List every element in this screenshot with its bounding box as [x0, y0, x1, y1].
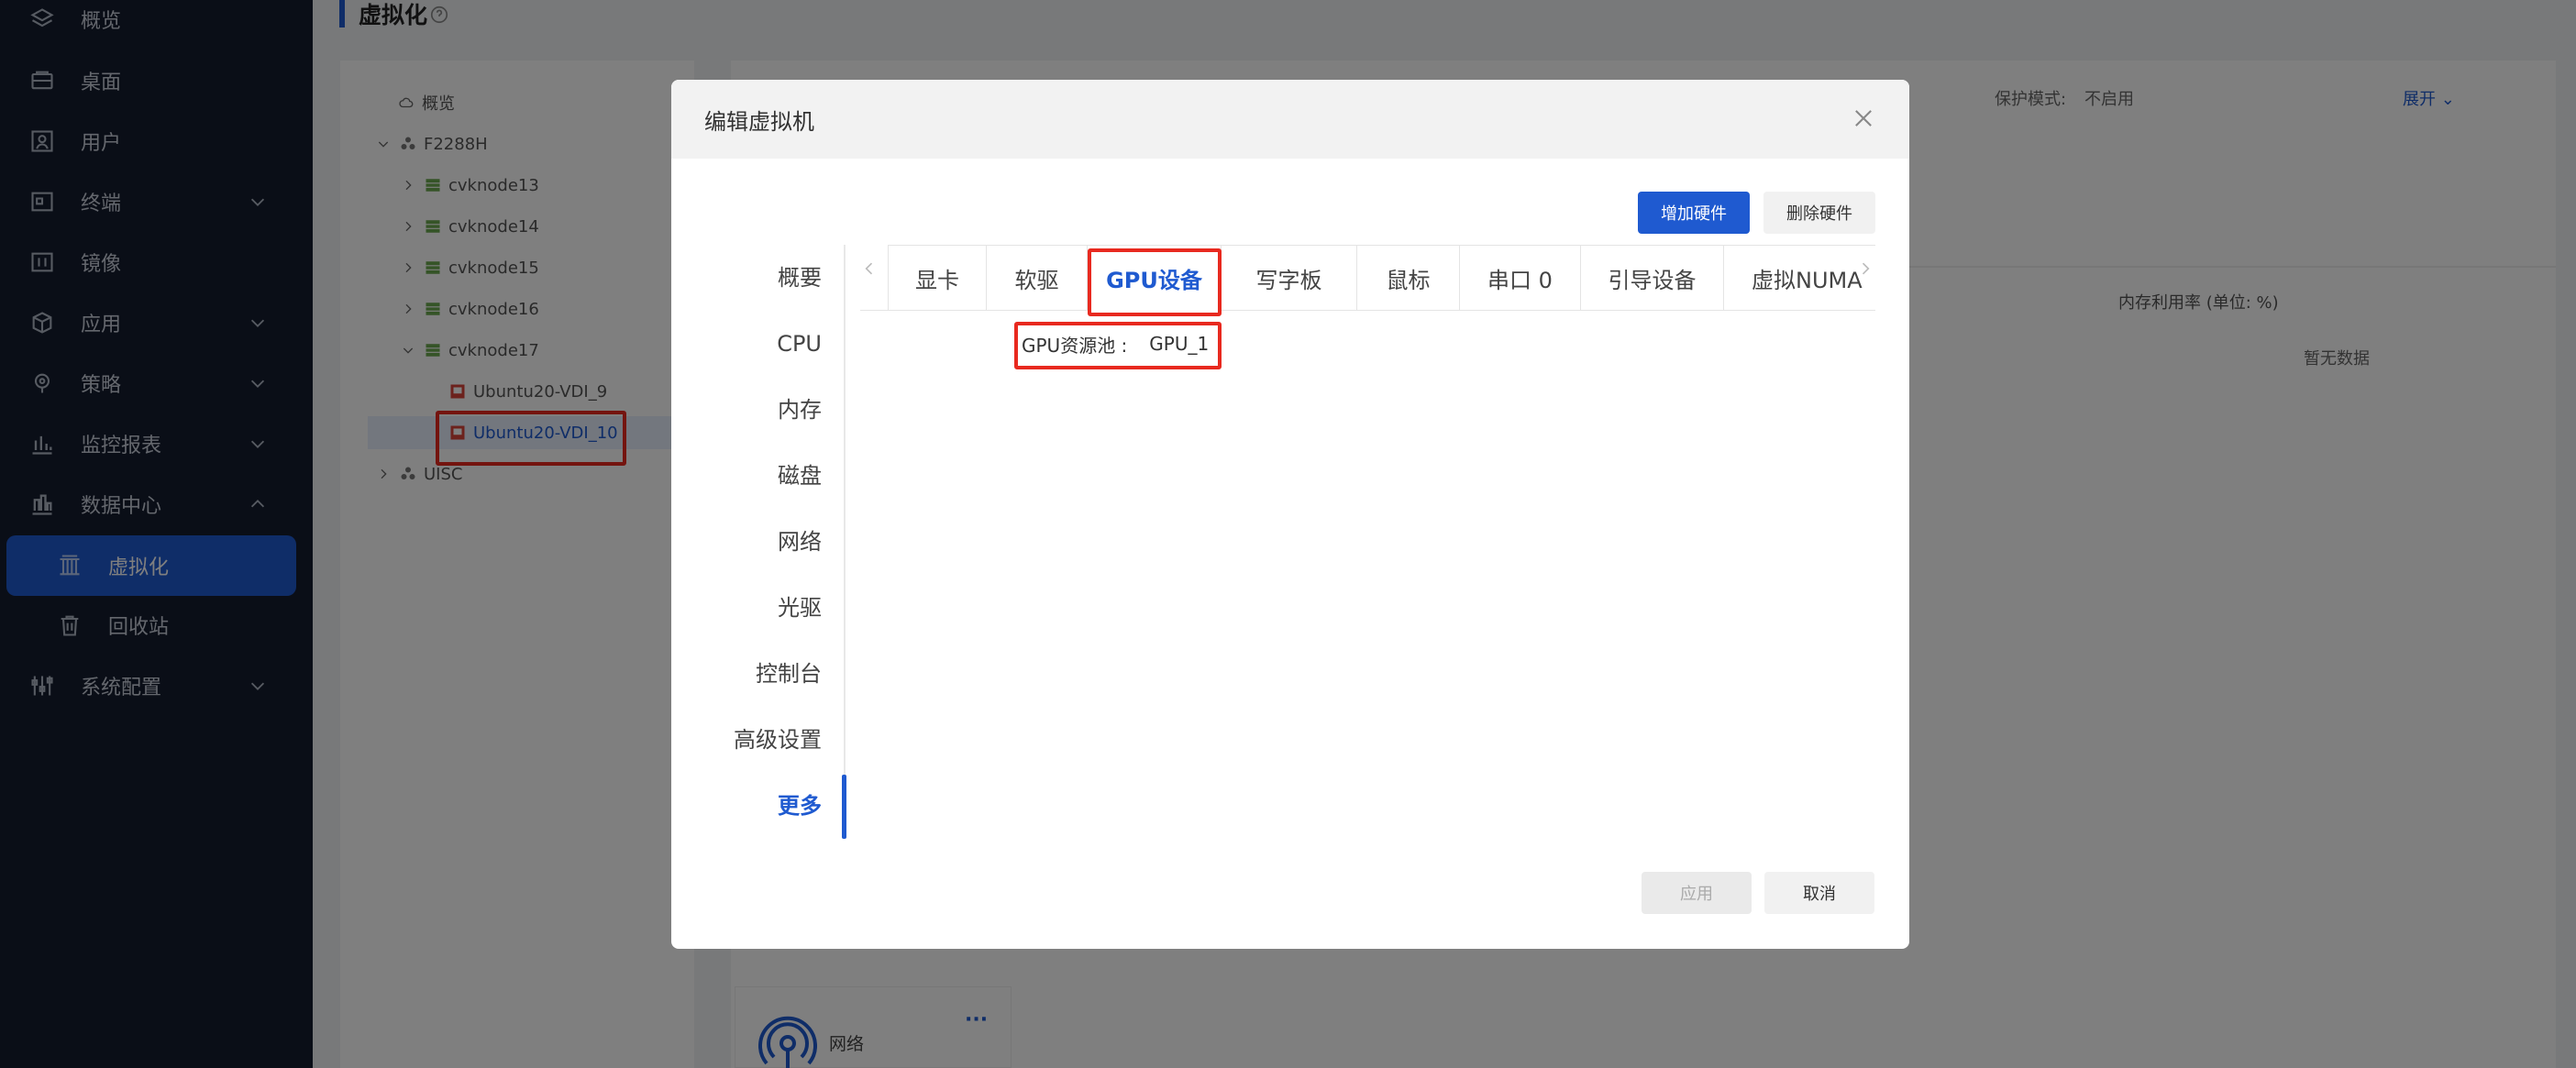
tab-mouse[interactable]: 鼠标	[1357, 245, 1460, 311]
chevron-right-icon[interactable]	[1856, 259, 1874, 278]
chevron-left-icon[interactable]	[860, 259, 879, 278]
nav-network[interactable]: 网络	[778, 509, 822, 575]
gpu-pool-label: GPU资源池 :	[1022, 334, 1128, 357]
dialog-header: 编辑虚拟机	[671, 80, 1909, 159]
apply-button[interactable]: 应用	[1642, 872, 1752, 914]
gpu-pool-value: GPU_1	[1149, 333, 1210, 355]
nav-cdrom[interactable]: 光驱	[778, 575, 822, 641]
tab-tablet[interactable]: 写字板	[1222, 245, 1357, 311]
nav-console[interactable]: 控制台	[756, 641, 822, 707]
hardware-tab-strip: 显卡 软驱 GPU设备 写字板 鼠标 串口 0 引导设备 虚拟NUMA	[888, 245, 1875, 311]
close-icon[interactable]	[1851, 105, 1876, 131]
hardware-category-nav: 概要 CPU 内存 磁盘 网络 光驱 控制台 高级设置 更多	[671, 245, 847, 839]
nav-summary[interactable]: 概要	[778, 245, 822, 311]
delete-hardware-button[interactable]: 删除硬件	[1763, 192, 1875, 234]
tab-virtual-numa[interactable]: 虚拟NUMA	[1724, 245, 1875, 311]
nav-memory[interactable]: 内存	[778, 377, 822, 443]
add-hardware-button[interactable]: 增加硬件	[1638, 192, 1750, 234]
cancel-button[interactable]: 取消	[1764, 872, 1874, 914]
nav-active-indicator	[842, 775, 846, 839]
nav-more[interactable]: 更多	[778, 773, 822, 839]
tab-graphics[interactable]: 显卡	[888, 245, 987, 311]
tab-boot-device[interactable]: 引导设备	[1581, 245, 1724, 311]
nav-cpu[interactable]: CPU	[777, 311, 822, 377]
edit-vm-dialog: 编辑虚拟机 增加硬件 删除硬件 概要 CPU 内存 磁盘 网络 光驱 控制台 高…	[671, 80, 1909, 949]
gpu-pool-row: GPU资源池 : GPU_1	[1022, 325, 1209, 362]
dialog-title: 编辑虚拟机	[704, 109, 814, 135]
nav-advanced[interactable]: 高级设置	[734, 707, 822, 773]
nav-divider	[844, 245, 846, 839]
tab-floppy[interactable]: 软驱	[987, 245, 1088, 311]
tab-gpu-device[interactable]: GPU设备	[1088, 245, 1222, 311]
nav-disk[interactable]: 磁盘	[778, 443, 822, 509]
tab-serial-port[interactable]: 串口 0	[1460, 245, 1581, 311]
